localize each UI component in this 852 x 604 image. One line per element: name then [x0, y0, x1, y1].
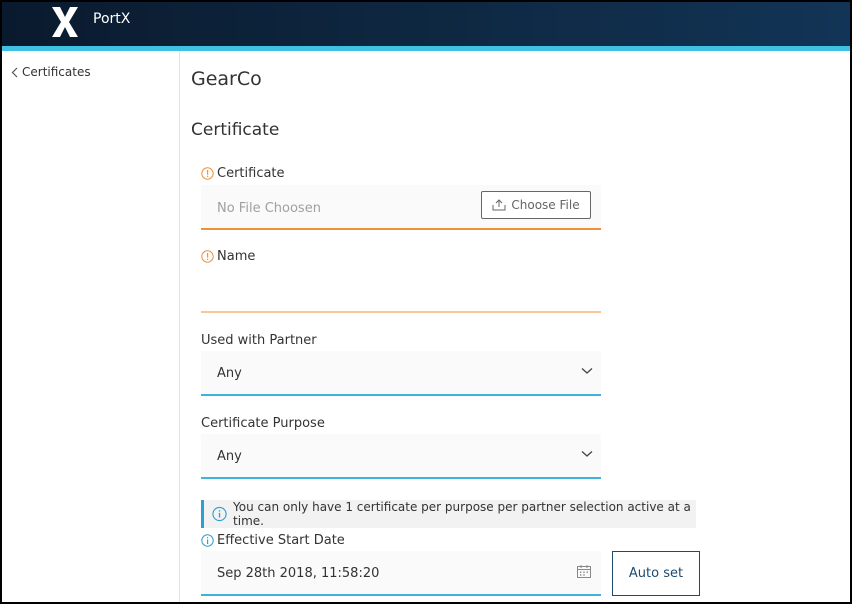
- back-link-label: Certificates: [22, 65, 91, 79]
- name-label: Name: [201, 249, 255, 264]
- main-content: GearCo Certificate Certificate No File C…: [181, 51, 850, 602]
- certificate-file-placeholder: No File Choosen: [217, 201, 321, 216]
- purpose-value: Any: [217, 449, 242, 464]
- chevron-down-icon: [581, 451, 593, 457]
- certificate-label: Certificate: [201, 166, 285, 181]
- certificate-label-text: Certificate: [217, 166, 285, 181]
- back-to-certificates-link[interactable]: Certificates: [11, 65, 91, 79]
- info-icon: [201, 534, 214, 547]
- required-info-icon: [201, 250, 214, 263]
- chevron-left-icon: [11, 67, 18, 77]
- start-date-label: Effective Start Date: [201, 533, 345, 548]
- sidebar: Certificates: [2, 51, 180, 602]
- choose-file-button[interactable]: Choose File: [481, 191, 591, 219]
- purpose-label: Certificate Purpose: [201, 416, 325, 431]
- name-label-text: Name: [217, 249, 256, 264]
- calendar-icon[interactable]: [577, 565, 591, 578]
- upload-icon: [492, 199, 506, 211]
- purpose-label-text: Certificate Purpose: [201, 416, 325, 431]
- partner-label: Used with Partner: [201, 333, 317, 348]
- app-window: PortX Certificates GearCo Certificate Ce…: [2, 2, 850, 602]
- name-input[interactable]: [201, 268, 601, 313]
- portx-logo-icon: [52, 7, 78, 37]
- partner-select[interactable]: Any: [201, 351, 601, 396]
- partner-label-text: Used with Partner: [201, 333, 317, 348]
- start-date-value: Sep 28th 2018, 11:58:20: [217, 566, 380, 581]
- purpose-select[interactable]: Any: [201, 434, 601, 479]
- partner-value: Any: [217, 366, 242, 381]
- info-icon: [212, 506, 227, 522]
- section-title: Certificate: [191, 120, 280, 140]
- company-name: GearCo: [191, 68, 262, 90]
- top-bar: PortX: [2, 2, 850, 46]
- certificate-file-field[interactable]: No File Choosen Choose File: [201, 185, 601, 230]
- brand-name: PortX: [93, 11, 131, 27]
- chevron-down-icon: [581, 368, 593, 374]
- start-date-input[interactable]: Sep 28th 2018, 11:58:20: [201, 551, 601, 596]
- choose-file-label: Choose File: [511, 198, 580, 212]
- required-info-icon: [201, 167, 214, 180]
- start-date-label-text: Effective Start Date: [217, 533, 345, 548]
- info-banner: You can only have 1 certificate per purp…: [201, 500, 696, 528]
- auto-set-button[interactable]: Auto set: [612, 551, 700, 596]
- info-message: You can only have 1 certificate per purp…: [233, 500, 691, 528]
